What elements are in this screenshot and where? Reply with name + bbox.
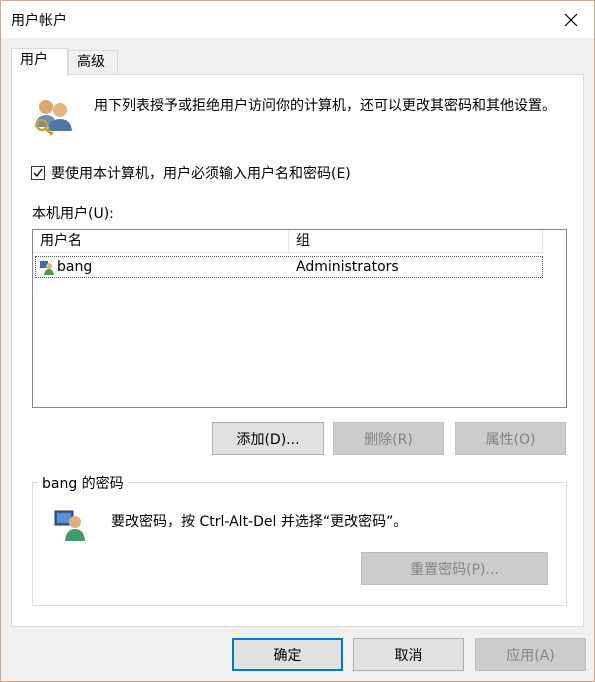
cancel-button[interactable]: 取消 <box>353 638 464 671</box>
add-user-button[interactable]: 添加(D)... <box>212 422 324 455</box>
users-list[interactable]: 用户名 组 bang Administrators <box>32 229 567 408</box>
reset-password-button[interactable]: 重置密码(P)... <box>361 552 548 585</box>
title-bar[interactable]: 用户帐户 <box>1 1 594 38</box>
user-monitor-icon <box>54 510 85 541</box>
close-icon <box>564 13 578 26</box>
password-instructions: 要改密码，按 Ctrl-Alt-Del 并选择“更改密码”。 <box>111 514 408 530</box>
password-group: bang 的密码 要改密码，按 Ctrl-Alt-Del 并选择“更改密码”。 … <box>32 473 567 606</box>
user-group-cell: Administrators <box>296 259 399 275</box>
remove-user-button[interactable]: 删除(R) <box>333 422 444 455</box>
require-login-checkbox[interactable] <box>31 166 45 180</box>
checkmark-icon <box>33 168 43 178</box>
require-login-row[interactable]: 要使用本计算机，用户必须输入用户名和密码(E) <box>31 163 351 183</box>
require-login-label: 要使用本计算机，用户必须输入用户名和密码(E) <box>51 166 351 182</box>
intro-description: 用下列表授予或拒绝用户访问你的计算机，还可以更改其密码和其他设置。 <box>94 98 556 114</box>
apply-button[interactable]: 应用(A) <box>475 638 586 671</box>
tab-users[interactable]: 用户 <box>11 48 68 76</box>
tab-advanced[interactable]: 高级 <box>68 50 118 75</box>
window-title: 用户帐户 <box>11 13 67 29</box>
users-tab-panel: 用下列表授予或拒绝用户访问你的计算机，还可以更改其密码和其他设置。 要使用本计算… <box>11 74 584 627</box>
users-keys-icon <box>35 100 72 136</box>
column-header-username[interactable]: 用户名 <box>33 230 289 253</box>
column-header-group[interactable]: 组 <box>289 230 543 253</box>
properties-button[interactable]: 属性(O) <box>455 422 566 455</box>
local-users-label: 本机用户(U): <box>32 206 114 222</box>
users-list-header: 用户名 组 <box>33 230 543 253</box>
ok-button[interactable]: 确定 <box>232 638 343 671</box>
user-name-cell: bang <box>57 259 93 275</box>
table-row[interactable]: bang Administrators <box>35 256 543 278</box>
close-button[interactable] <box>548 1 594 38</box>
user-icon <box>40 261 54 275</box>
user-accounts-window: 用户帐户 用户 高级 用下列表授予或拒绝用户访问你的计算机，还可以更改其密码和其… <box>0 0 595 682</box>
password-group-title: bang 的密码 <box>38 473 128 493</box>
